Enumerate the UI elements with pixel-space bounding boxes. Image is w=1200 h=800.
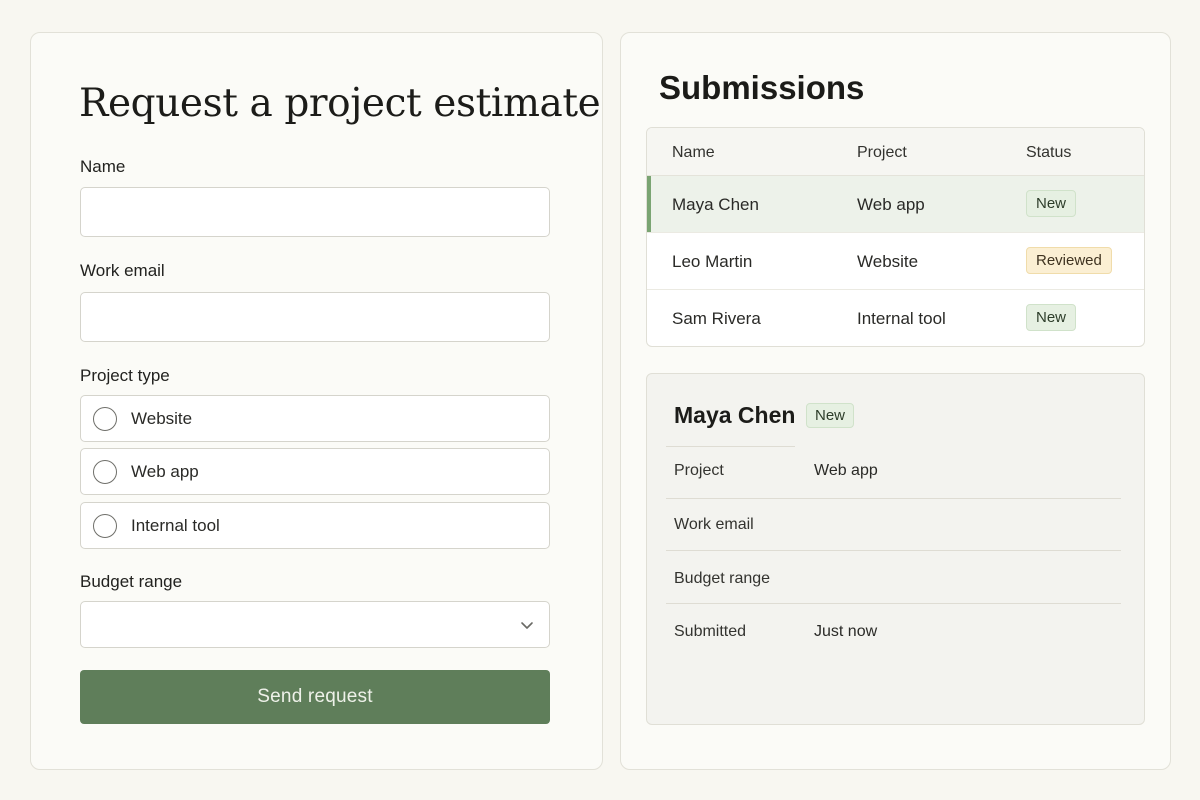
send-request-button[interactable]: Send request <box>80 670 550 724</box>
selected-row-indicator <box>647 176 651 232</box>
estimate-form-panel: Request a project estimate Name Work ema… <box>30 32 603 770</box>
project-type-option-label: Internal tool <box>131 515 220 535</box>
divider <box>666 603 1121 604</box>
submissions-table: Name Project Status Maya Chen Web app Ne… <box>646 127 1145 347</box>
detail-key-work-email: Work email <box>674 516 754 533</box>
status-badge: New <box>806 403 855 428</box>
row-project: Internal tool <box>857 309 946 328</box>
row-name: Sam Rivera <box>672 309 761 328</box>
row-name: Leo Martin <box>672 252 753 271</box>
divider <box>666 498 1121 499</box>
budget-range-label: Budget range <box>80 572 183 591</box>
divider <box>666 550 1121 551</box>
column-header-project: Project <box>857 144 907 161</box>
row-project: Web app <box>857 195 925 214</box>
work-email-input[interactable] <box>80 292 550 342</box>
status-badge: Reviewed <box>1026 247 1112 274</box>
table-row[interactable]: Leo Martin Website Reviewed <box>647 233 1144 290</box>
table-row[interactable]: Sam Rivera Internal tool New <box>647 290 1144 346</box>
radio-button-icon[interactable] <box>93 513 117 538</box>
detail-key-submitted: Submitted <box>674 623 747 640</box>
chevron-down-icon <box>521 622 533 629</box>
submission-detail-card: Maya Chen New Project Web app Work email… <box>646 373 1145 725</box>
submissions-title: Submissions <box>659 69 865 106</box>
column-header-name: Name <box>672 144 715 161</box>
radio-button-icon[interactable] <box>93 406 117 431</box>
status-badge: New <box>1026 190 1077 217</box>
row-name: Maya Chen <box>672 195 759 214</box>
divider <box>666 446 795 447</box>
detail-value-project: Web app <box>814 462 878 479</box>
project-type-option-web-app[interactable]: Web app <box>80 448 550 495</box>
column-header-status: Status <box>1026 144 1072 161</box>
radio-button-icon[interactable] <box>93 459 117 484</box>
budget-range-select[interactable] <box>80 601 550 648</box>
name-label: Name <box>80 157 126 176</box>
detail-key-project: Project <box>674 462 724 479</box>
submissions-panel: Submissions Name Project Status Maya Che… <box>620 32 1171 770</box>
detail-value-submitted: Just now <box>814 623 878 640</box>
work-email-label: Work email <box>80 261 165 280</box>
table-row[interactable]: Maya Chen Web app New <box>647 176 1144 233</box>
project-type-label: Project type <box>80 366 170 385</box>
project-type-option-internal-tool[interactable]: Internal tool <box>80 502 550 549</box>
project-type-option-website[interactable]: Website <box>80 395 550 442</box>
row-project: Website <box>857 252 919 271</box>
project-type-option-label: Web app <box>131 461 199 481</box>
project-type-option-label: Website <box>131 408 193 428</box>
table-header: Name Project Status <box>647 128 1144 176</box>
name-input[interactable] <box>80 187 550 237</box>
form-title: Request a project estimate <box>79 81 601 126</box>
detail-name: Maya Chen <box>674 402 796 428</box>
status-badge: New <box>1026 304 1077 331</box>
detail-key-budget-range: Budget range <box>674 570 771 587</box>
